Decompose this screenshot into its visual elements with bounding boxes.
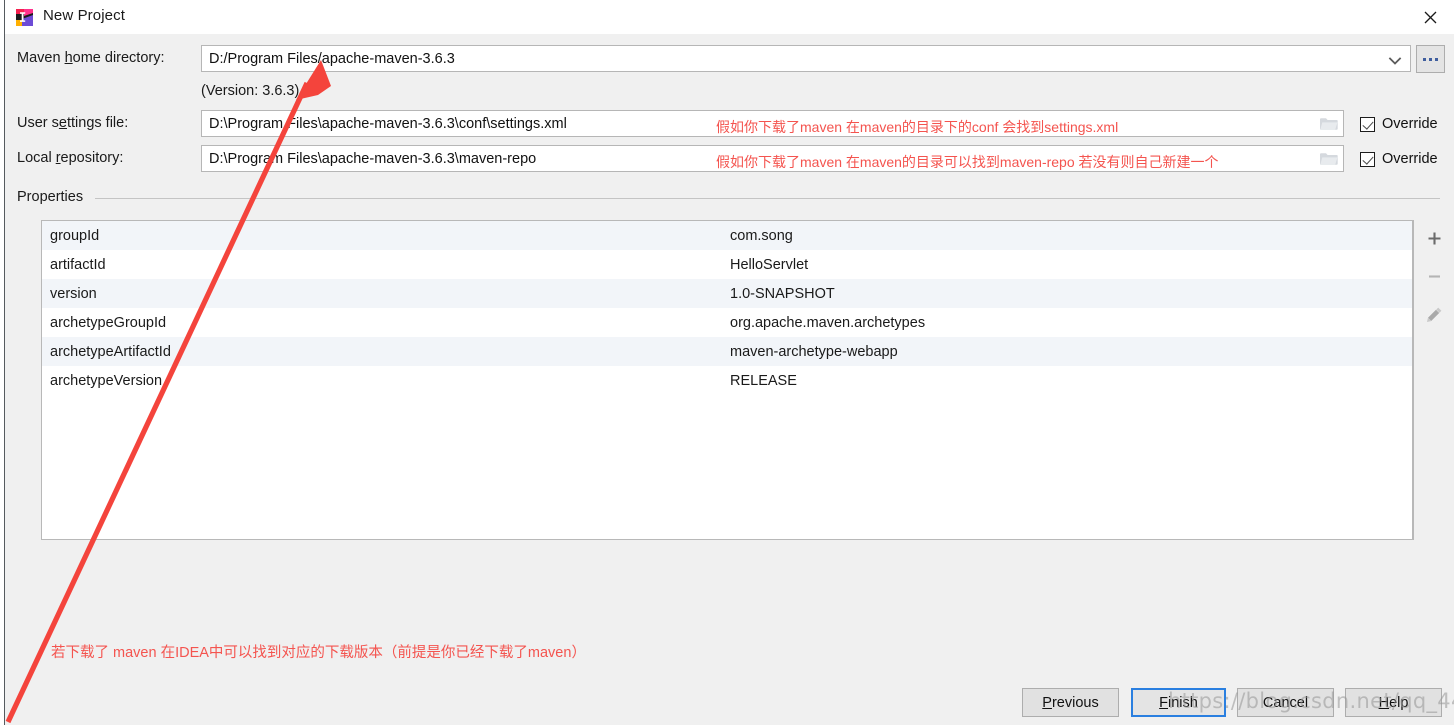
checkbox-box: [1360, 151, 1375, 167]
dot-3: [1435, 57, 1438, 61]
window-border-left: [4, 0, 5, 725]
property-value-cell: 1.0-SNAPSHOT: [730, 285, 835, 302]
previous-label-post: revious: [1051, 694, 1099, 711]
table-row[interactable]: archetypeVersion RELEASE: [42, 366, 1412, 395]
dot-1: [1423, 57, 1426, 61]
window-title: New Project: [43, 7, 125, 24]
maven-home-value: D:/Program Files/apache-maven-3.6.3: [209, 50, 455, 67]
maven-home-label-accel: h: [64, 50, 73, 66]
bottom-annotation: 若下载了 maven 在IDEA中可以找到对应的下载版本（前提是你已经下载了ma…: [51, 645, 586, 661]
local-repository-folder-icon[interactable]: [1313, 147, 1343, 170]
properties-group-title: Properties: [17, 189, 91, 205]
new-project-dialog: New Project Maven home directory: D:/Pro…: [0, 0, 1454, 725]
properties-table[interactable]: groupId com.song artifactId HelloServlet ver…: [41, 220, 1413, 540]
local-repository-override-checkbox[interactable]: Override: [1360, 151, 1438, 167]
properties-group-divider: [95, 198, 1440, 199]
finish-label-accel: F: [1159, 694, 1169, 711]
maven-home-label-pre: Maven: [17, 50, 65, 66]
user-settings-label-pre: User s: [17, 115, 59, 131]
property-key-cell: archetypeGroupId: [50, 314, 167, 331]
property-value-cell: HelloServlet: [730, 256, 809, 273]
table-row[interactable]: artifactId HelloServlet: [42, 250, 1412, 279]
user-settings-file-input[interactable]: D:\Program Files\apache-maven-3.6.3\conf…: [201, 110, 1344, 137]
previous-label-accel: P: [1042, 694, 1052, 711]
add-property-button[interactable]: [1419, 226, 1449, 250]
property-value-cell: maven-archetype-webapp: [730, 343, 898, 360]
table-row[interactable]: archetypeGroupId org.apache.maven.archety…: [42, 308, 1412, 337]
title-bar: New Project: [5, 0, 1454, 34]
property-key-cell: version: [50, 285, 97, 302]
watermark: https://blog.csdn.net/qq_44103720: [1168, 689, 1454, 713]
intellij-idea-icon: [15, 8, 34, 27]
maven-home-combobox[interactable]: D:/Program Files/apache-maven-3.6.3: [201, 45, 1411, 72]
property-key-cell: archetypeArtifactId: [50, 343, 171, 360]
remove-property-button[interactable]: [1419, 264, 1449, 288]
user-settings-label-accel: e: [58, 115, 67, 131]
user-settings-label-post: ttings file:: [66, 115, 129, 131]
local-repository-label-pre: Local: [17, 150, 56, 166]
maven-home-browse-button[interactable]: [1416, 45, 1445, 73]
close-icon[interactable]: [1406, 0, 1454, 34]
maven-version-note: (Version: 3.6.3): [201, 83, 300, 99]
table-row[interactable]: groupId com.song: [42, 221, 1412, 250]
properties-table-toolbar: [1413, 220, 1454, 540]
user-settings-override-label: Override: [1382, 116, 1438, 132]
property-key-cell: groupId: [50, 227, 100, 244]
dot-2: [1429, 57, 1432, 61]
maven-home-label-post: ome directory:: [72, 50, 165, 66]
property-key-cell: artifactId: [50, 256, 106, 273]
local-repository-input[interactable]: D:\Program Files\apache-maven-3.6.3\mave…: [201, 145, 1344, 172]
local-repository-label: Local repository:: [17, 150, 123, 166]
user-settings-folder-icon[interactable]: [1313, 112, 1343, 135]
local-repository-value: D:\Program Files\apache-maven-3.6.3\mave…: [209, 150, 537, 167]
property-key-cell: archetypeVersion: [50, 372, 163, 389]
user-settings-file-value: D:\Program Files\apache-maven-3.6.3\conf…: [209, 115, 567, 132]
table-row[interactable]: archetypeArtifactId maven-archetype-webap…: [42, 337, 1412, 366]
table-row[interactable]: version 1.0-SNAPSHOT: [42, 279, 1412, 308]
chevron-down-icon[interactable]: [1388, 54, 1402, 65]
maven-home-label: Maven home directory:: [17, 50, 165, 66]
property-value-cell: com.song: [730, 227, 793, 244]
edit-property-button[interactable]: [1419, 302, 1449, 326]
property-value-cell: org.apache.maven.archetypes: [730, 314, 926, 331]
checkbox-box: [1360, 116, 1375, 132]
local-repository-label-post: epository:: [60, 150, 124, 166]
previous-button[interactable]: Previous: [1022, 688, 1119, 717]
local-repository-override-label: Override: [1382, 151, 1438, 167]
user-settings-label: User settings file:: [17, 115, 128, 131]
property-value-cell: RELEASE: [730, 372, 797, 389]
user-settings-override-checkbox[interactable]: Override: [1360, 116, 1438, 132]
